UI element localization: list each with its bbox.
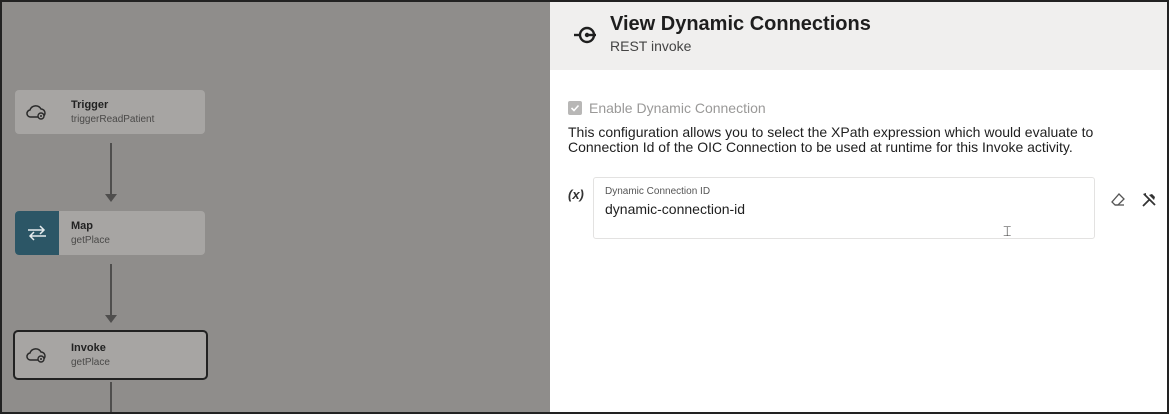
node-title: Trigger [71,98,109,111]
node-subtitle: getPlace [71,356,110,368]
field-label: Dynamic Connection ID [605,186,711,197]
dynamic-connection-id-field[interactable]: Dynamic Connection ID dynamic-connection… [593,177,1095,239]
flow-canvas: Trigger triggerReadPatient Map getPlace [2,2,550,412]
flow-connector [110,143,112,195]
dynamic-connection-field-row: (x) Dynamic Connection ID dynamic-connec… [568,177,1156,241]
node-subtitle: getPlace [71,234,110,246]
node-subtitle: triggerReadPatient [71,113,155,125]
enable-dynamic-connection-row: Enable Dynamic Connection [568,100,1151,116]
enable-dynamic-connection-checkbox[interactable] [568,101,582,115]
panel-subtitle: REST invoke [610,38,692,54]
flow-node-map[interactable]: Map getPlace [15,211,205,255]
panel-title: View Dynamic Connections [610,13,871,35]
panel-body: Enable Dynamic Connection This configura… [550,70,1167,241]
connection-plug-icon [572,21,600,49]
variable-marker-icon: (x) [568,187,584,202]
text-cursor-icon: ⌶ [1003,223,1012,239]
flow-arrow-icon [105,315,117,323]
checkbox-label: Enable Dynamic Connection [589,100,766,116]
checkmark-icon [570,104,580,112]
field-value: dynamic-connection-id [605,201,746,217]
panel-header: View Dynamic Connections REST invoke [550,2,1167,70]
cloud-gear-icon [15,90,59,134]
flow-node-invoke[interactable]: Invoke getPlace [13,330,208,380]
swap-arrows-icon [15,211,59,255]
configuration-description: This configuration allows you to select … [568,124,1094,155]
tools-icon[interactable] [1139,190,1159,210]
node-title: Invoke [71,341,106,354]
flow-connector [110,382,112,412]
flow-connector [110,264,112,316]
flow-arrow-icon [105,194,117,202]
cloud-gear-icon [15,332,59,378]
eraser-icon[interactable] [1108,190,1128,210]
flow-node-trigger[interactable]: Trigger triggerReadPatient [15,90,205,134]
node-title: Map [71,219,93,232]
dynamic-connections-panel: View Dynamic Connections REST invoke Ena… [550,2,1167,412]
app-frame: Trigger triggerReadPatient Map getPlace [0,0,1169,414]
